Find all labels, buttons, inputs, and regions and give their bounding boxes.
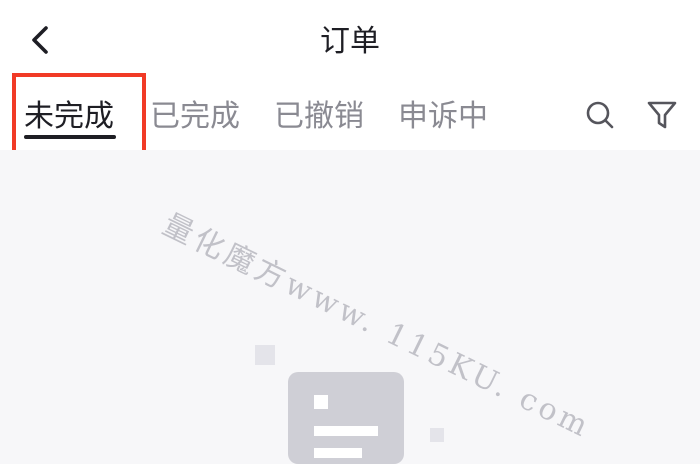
tab-cancelled[interactable]: 已撤销 (274, 97, 364, 137)
search-icon (586, 101, 614, 129)
search-button[interactable] (582, 97, 618, 133)
filter-button[interactable] (644, 97, 680, 133)
page-title: 订单 (320, 24, 380, 59)
active-tab-indicator (24, 135, 116, 139)
tab-appealing[interactable]: 申诉中 (398, 97, 488, 137)
top-bar: 订单 (0, 0, 700, 82)
order-status-tabs: 未完成 已完成 已撤销 申诉中 (0, 82, 700, 150)
filter-icon (647, 101, 677, 129)
tab-incomplete[interactable]: 未完成 (24, 97, 114, 137)
tab-completed[interactable]: 已完成 (150, 97, 240, 137)
order-list-empty-area (0, 150, 700, 464)
